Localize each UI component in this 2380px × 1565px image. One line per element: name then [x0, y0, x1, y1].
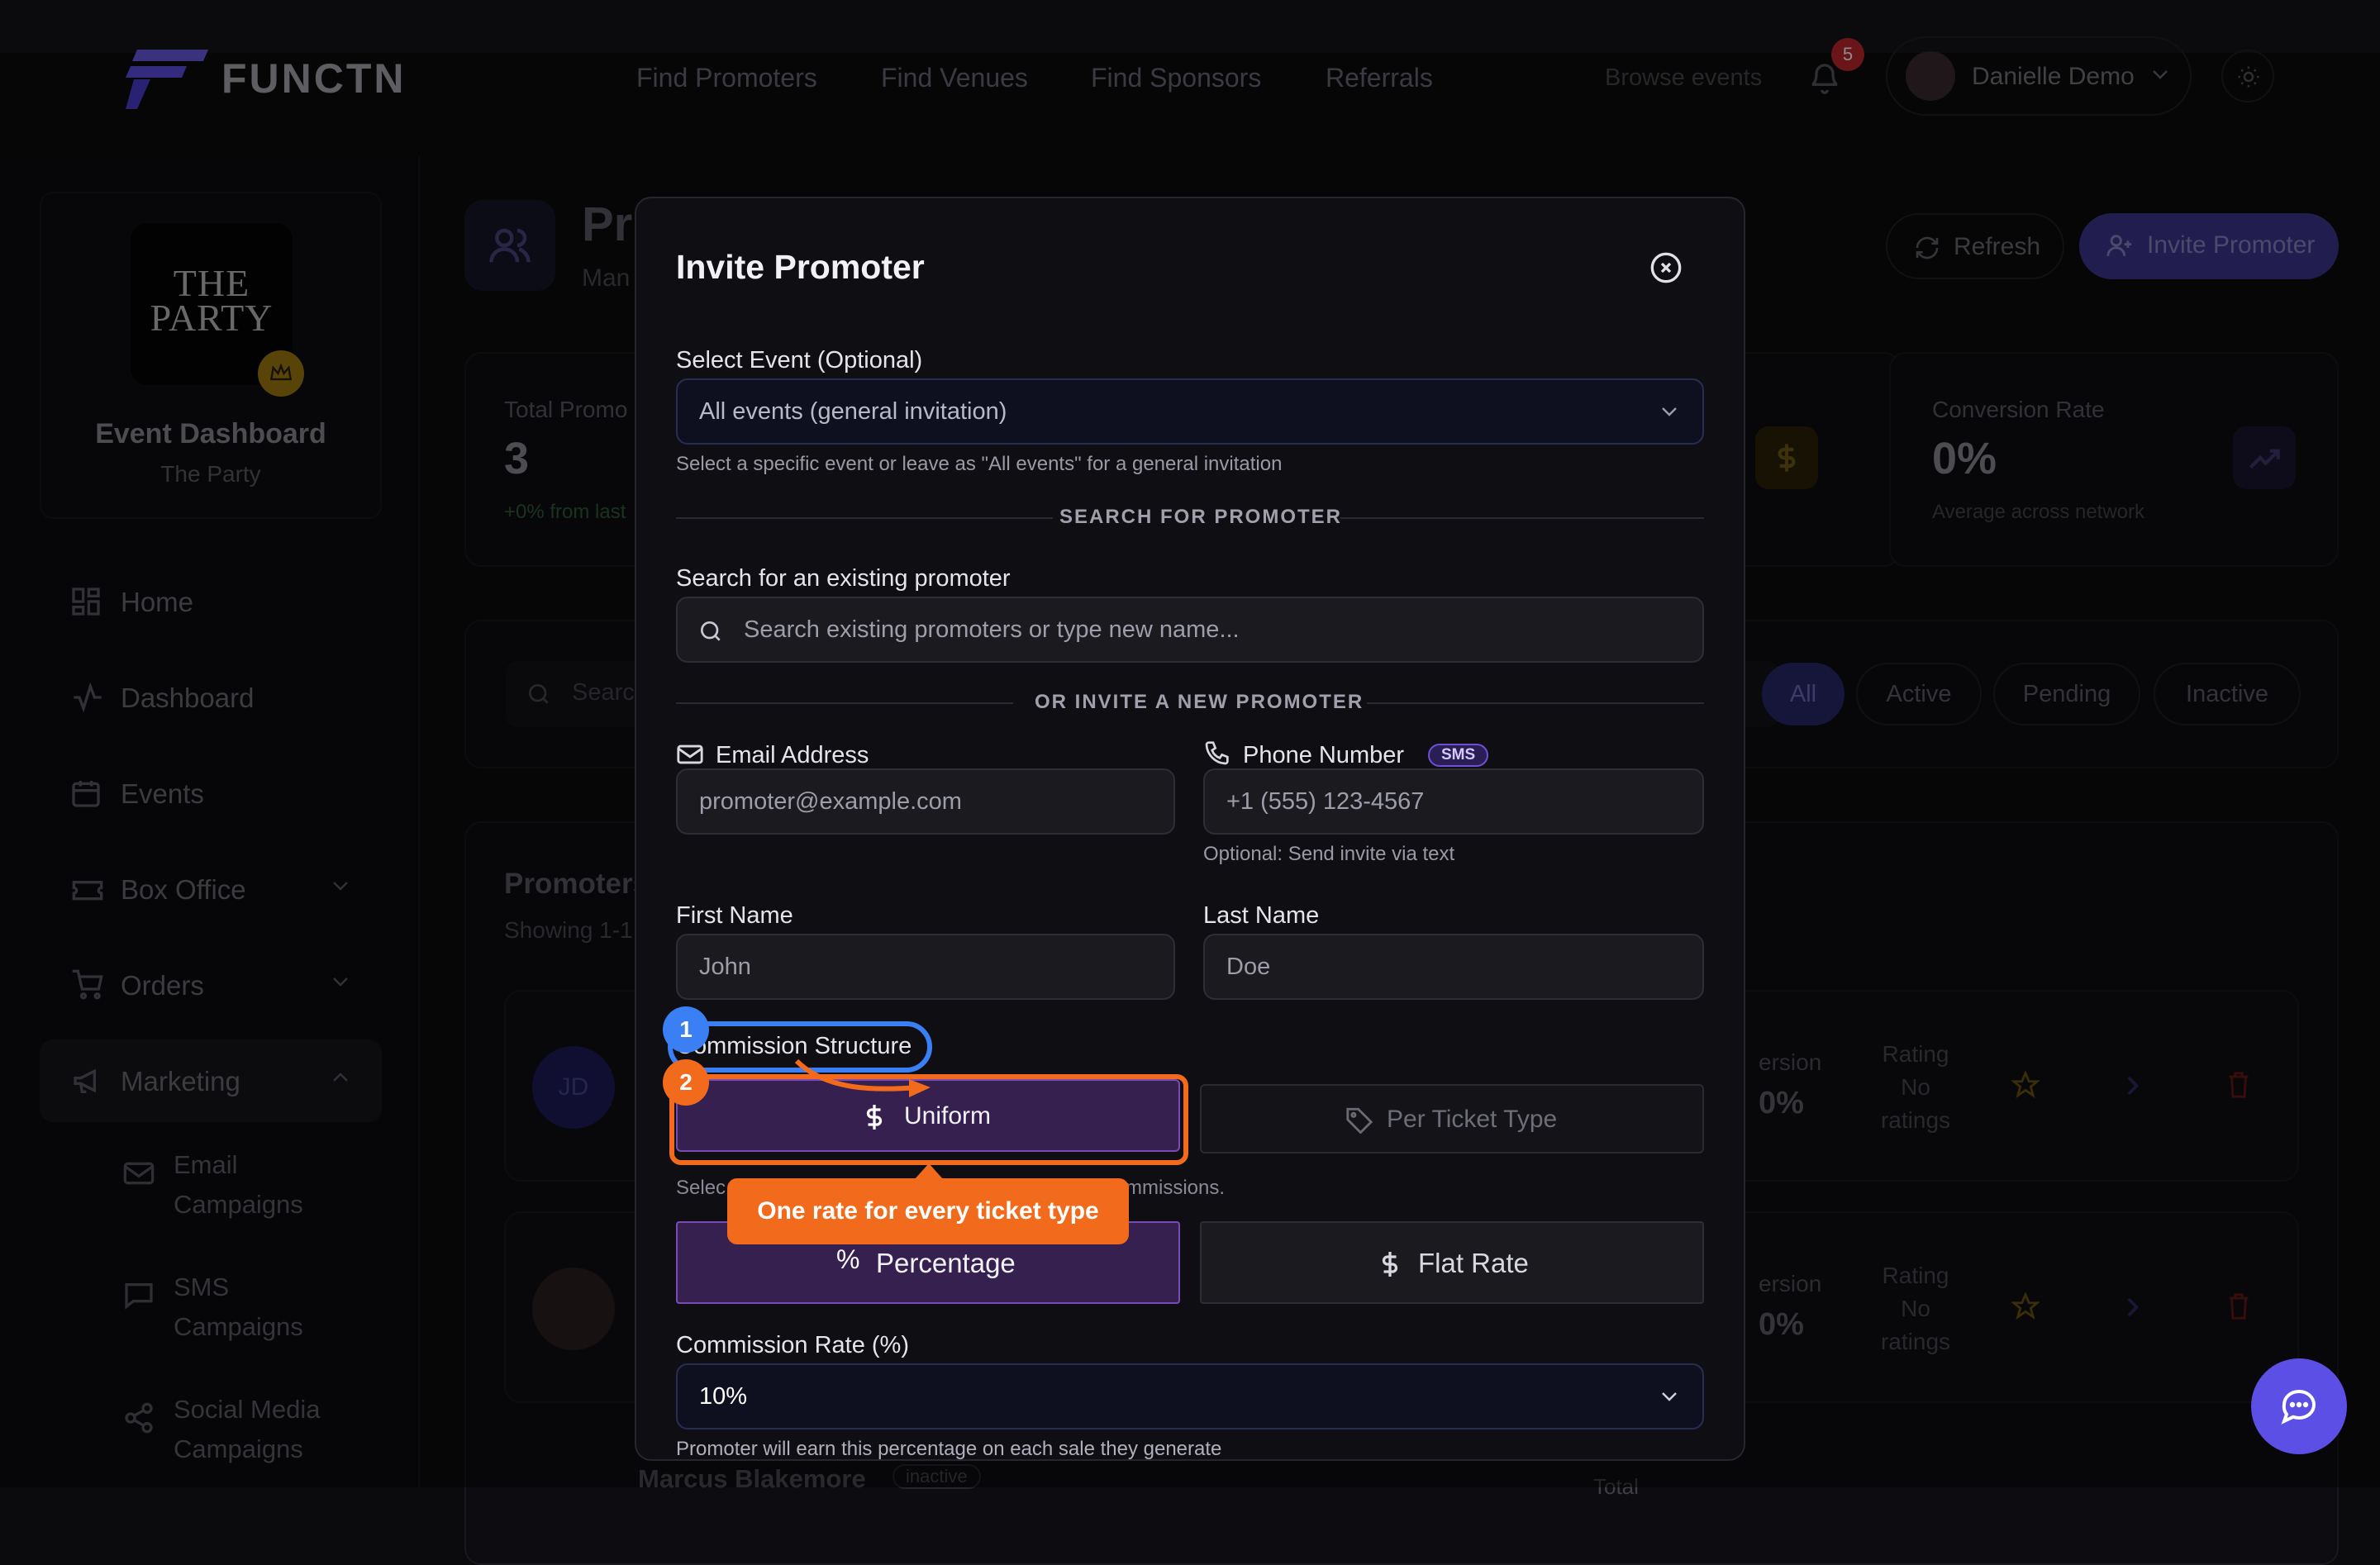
commission-rate-label: Commission Rate (%) — [676, 1332, 909, 1358]
sms-badge: SMS — [1428, 744, 1489, 767]
email-field[interactable]: promoter@example.com — [676, 768, 1175, 835]
divider-line — [1367, 702, 1704, 704]
structure-help-start: Selec — [676, 1177, 726, 1199]
structure-help-end: mmissions. — [1126, 1177, 1226, 1199]
last-name-label: Last Name — [1203, 902, 1320, 929]
chevron-down-icon — [1659, 405, 1679, 418]
phone-placeholder: +1 (555) 123-4567 — [1226, 788, 1425, 815]
percent-icon: % — [836, 1244, 860, 1274]
first-name-placeholder: John — [699, 954, 751, 980]
last-name-placeholder: Doe — [1226, 954, 1271, 980]
mail-icon — [676, 742, 704, 767]
per-ticket-type-label: Per Ticket Type — [1387, 1106, 1558, 1133]
first-name-field[interactable]: John — [676, 934, 1175, 1000]
first-name-label: First Name — [676, 902, 793, 929]
tooltip-arrow — [914, 1163, 944, 1180]
search-promoter-input[interactable]: Search existing promoters or type new na… — [676, 597, 1704, 663]
chevron-down-icon — [1659, 1390, 1679, 1403]
phone-field[interactable]: +1 (555) 123-4567 — [1203, 768, 1704, 835]
divider-line — [676, 702, 1013, 704]
phone-icon — [1203, 740, 1230, 767]
search-section-heading: SEARCH FOR PROMOTER — [1059, 506, 1343, 528]
email-placeholder: promoter@example.com — [699, 788, 962, 815]
per-ticket-type-button[interactable]: Per Ticket Type — [1200, 1084, 1704, 1154]
tutorial-arrow-icon — [793, 1058, 942, 1107]
invite-section-heading: OR INVITE A NEW PROMOTER — [1035, 691, 1364, 713]
search-label: Search for an existing promoter — [676, 565, 1011, 592]
event-select[interactable]: All events (general invitation) — [676, 378, 1704, 445]
tutorial-step-1-badge: 1 — [663, 1006, 709, 1053]
dollar-icon — [1382, 1252, 1398, 1277]
tutorial-step-2-badge: 2 — [663, 1059, 709, 1106]
last-name-field[interactable]: Doe — [1203, 934, 1704, 1000]
search-icon — [701, 621, 721, 641]
event-select-help: Select a specific event or leave as "All… — [676, 453, 1283, 475]
percentage-label: Percentage — [876, 1248, 1016, 1278]
search-placeholder: Search existing promoters or type new na… — [744, 616, 1240, 643]
email-label: Email Address — [716, 742, 869, 768]
commission-rate-select[interactable]: 10% — [676, 1363, 1704, 1429]
divider-line — [676, 517, 1053, 519]
phone-help: Optional: Send invite via text — [1203, 843, 1455, 865]
close-icon[interactable] — [1649, 251, 1683, 284]
event-select-value: All events (general invitation) — [699, 398, 1007, 425]
modal-title: Invite Promoter — [676, 248, 925, 286]
commission-rate-value: 10% — [699, 1383, 748, 1410]
event-select-label: Select Event (Optional) — [676, 347, 923, 373]
commission-rate-help: Promoter will earn this percentage on ea… — [676, 1438, 1222, 1460]
tag-icon — [1346, 1107, 1373, 1134]
phone-label: Phone Number — [1243, 742, 1405, 768]
chat-icon — [2281, 1389, 2316, 1425]
flat-rate-button[interactable]: Flat Rate — [1200, 1221, 1704, 1304]
flat-rate-label: Flat Rate — [1418, 1248, 1529, 1278]
tutorial-tooltip: One rate for every ticket type — [727, 1178, 1129, 1244]
divider-line — [1340, 517, 1704, 519]
chat-button[interactable] — [2251, 1358, 2347, 1454]
